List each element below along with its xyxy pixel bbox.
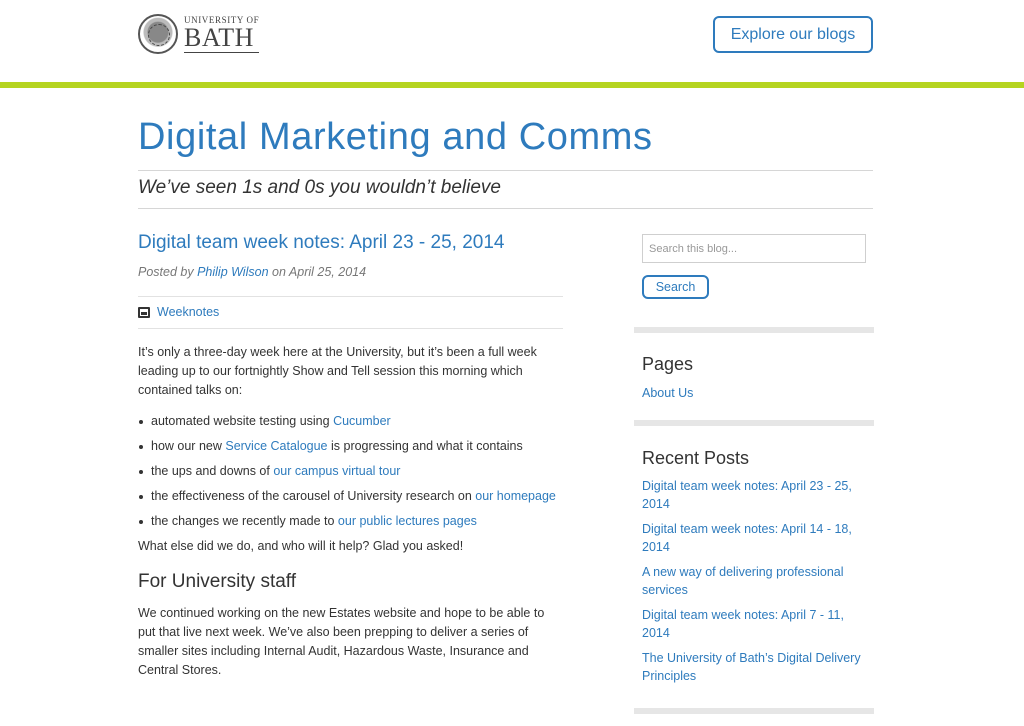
post-followup: What else did we do, and who will it hel… [138, 539, 464, 553]
site-tagline: We’ve seen 1s and 0s you wouldn’t believ… [138, 177, 501, 198]
link-public-lectures[interactable]: our public lectures pages [338, 514, 477, 528]
post-content: Digital team week notes: April 23 - 25, … [138, 230, 563, 680]
list-item: how our new Service Catalogue is progres… [138, 437, 563, 456]
header-accent-bar [0, 82, 1024, 88]
list-item-text: the effectiveness of the carousel of Uni… [151, 489, 476, 503]
sidebar-divider [634, 708, 874, 714]
site-title[interactable]: Digital Marketing and Comms [138, 116, 653, 159]
sidebar-divider [634, 327, 874, 333]
university-seal-icon [138, 14, 178, 54]
list-item: the effectiveness of the carousel of Uni… [138, 487, 563, 506]
university-logo[interactable]: UNIVERSITY OF BATH [138, 13, 260, 55]
list-item: the changes we recently made to our publ… [138, 512, 563, 531]
pages-list: About Us [642, 384, 867, 409]
logo-big-text: BATH [184, 24, 260, 53]
recent-post-link[interactable]: Digital team week notes: April 7 - 11, 2… [642, 608, 844, 640]
list-item: automated website testing using Cucumber [138, 412, 563, 431]
sidebar-divider [634, 420, 874, 426]
list-item: Digital team week notes: April 7 - 11, 2… [642, 606, 867, 642]
recent-post-link[interactable]: A new way of delivering professional ser… [642, 565, 844, 597]
category-link-weeknotes[interactable]: Weeknotes [157, 303, 219, 322]
list-item: The University of Bath’s Digital Deliver… [642, 649, 867, 685]
section-heading-staff: For University staff [138, 571, 297, 592]
page-link-about-us[interactable]: About Us [642, 386, 693, 400]
byline-prefix: Posted by [138, 265, 194, 279]
list-item: the ups and downs of our campus virtual … [138, 462, 563, 481]
blog-search-input[interactable] [642, 234, 866, 263]
list-item-after: is progressing and what it contains [327, 439, 523, 453]
logo-text: UNIVERSITY OF BATH [184, 15, 260, 53]
talks-list: automated website testing using Cucumber… [138, 412, 563, 531]
tagline-divider [138, 208, 873, 209]
list-item: Digital team week notes: April 23 - 25, … [642, 477, 867, 513]
search-button[interactable]: Search [642, 275, 709, 299]
post-intro: It’s only a three-day week here at the U… [138, 345, 537, 397]
recent-post-link[interactable]: Digital team week notes: April 23 - 25, … [642, 479, 852, 511]
inbox-icon [138, 307, 150, 318]
link-virtual-tour[interactable]: our campus virtual tour [273, 464, 400, 478]
recent-post-link[interactable]: The University of Bath’s Digital Deliver… [642, 651, 861, 683]
list-item: About Us [642, 384, 867, 402]
author-link[interactable]: Philip Wilson [197, 265, 268, 279]
post-byline: Posted by Philip Wilson on April 25, 201… [138, 263, 563, 282]
list-item-text: how our new [151, 439, 226, 453]
post-categories: Weeknotes [138, 296, 563, 329]
title-divider [138, 170, 873, 171]
list-item-text: automated website testing using [151, 414, 334, 428]
staff-paragraph: We continued working on the new Estates … [138, 606, 545, 677]
link-cucumber[interactable]: Cucumber [333, 414, 391, 428]
recent-post-link[interactable]: Digital team week notes: April 14 - 18, … [642, 522, 852, 554]
list-item-text: the changes we recently made to [151, 514, 338, 528]
link-our-homepage[interactable]: our homepage [475, 489, 556, 503]
list-item-text: the ups and downs of [151, 464, 274, 478]
link-service-catalogue[interactable]: Service Catalogue [225, 439, 327, 453]
pages-widget-title: Pages [642, 354, 694, 374]
recent-posts-list: Digital team week notes: April 23 - 25, … [642, 477, 867, 692]
list-item: Digital team week notes: April 14 - 18, … [642, 520, 867, 556]
post-title-link[interactable]: Digital team week notes: April 23 - 25, … [138, 230, 563, 256]
list-item: A new way of delivering professional ser… [642, 563, 867, 599]
recent-posts-widget-title: Recent Posts [642, 448, 750, 468]
site-header: UNIVERSITY OF BATH Explore our blogs [0, 0, 1024, 82]
byline-date: on April 25, 2014 [272, 265, 367, 279]
explore-blogs-button[interactable]: Explore our blogs [713, 16, 873, 53]
